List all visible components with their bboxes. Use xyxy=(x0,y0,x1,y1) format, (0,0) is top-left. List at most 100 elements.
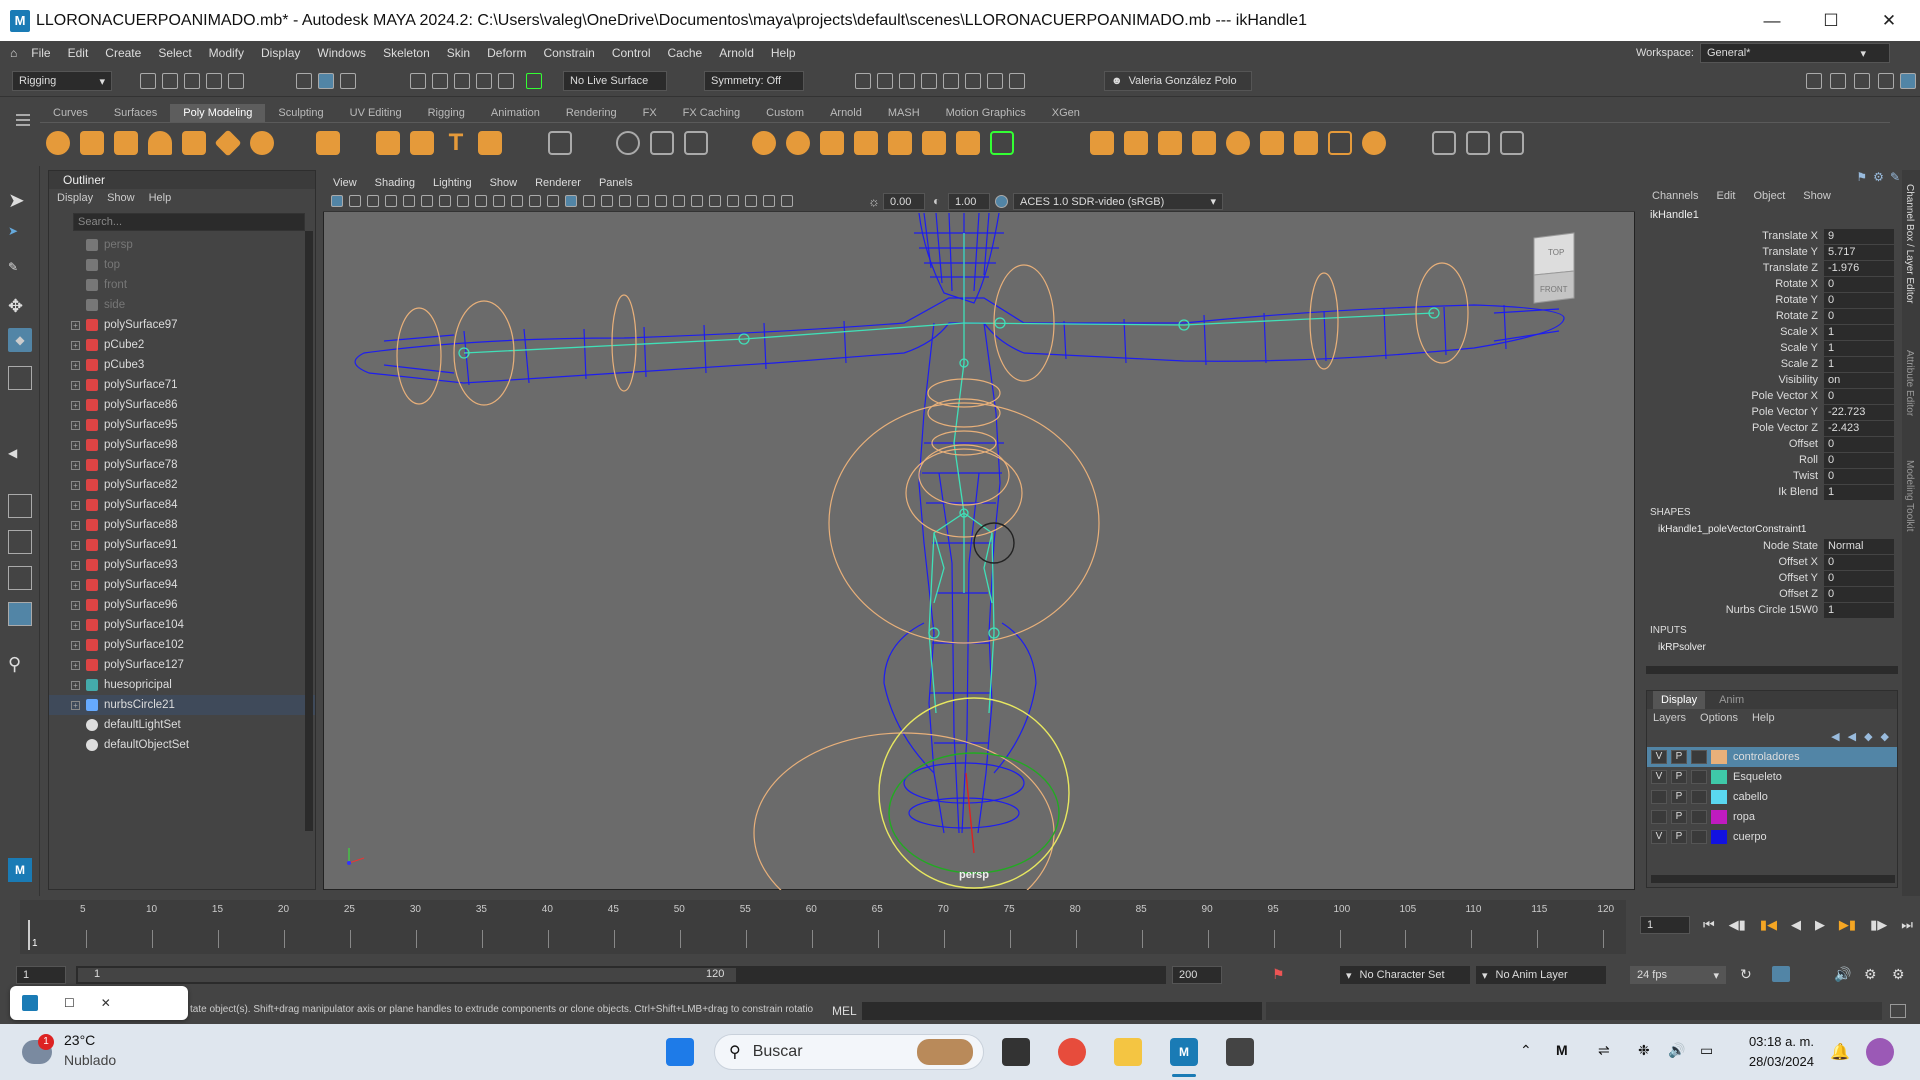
render-frame-icon[interactable] xyxy=(877,73,893,89)
safe-title-icon[interactable] xyxy=(547,195,559,207)
menu-help[interactable]: Help xyxy=(771,46,796,60)
render-settings-icon[interactable] xyxy=(921,73,937,89)
channel-row[interactable]: Offset Z 0 xyxy=(1642,586,1902,602)
channel-value-field[interactable]: on xyxy=(1824,372,1894,388)
layer-playback-toggle[interactable]: P xyxy=(1671,790,1687,804)
outliner-item[interactable]: + polySurface127 xyxy=(49,655,315,675)
motion-blur-icon[interactable] xyxy=(691,195,703,207)
battery-icon[interactable]: ▭ xyxy=(1700,1042,1713,1059)
start-menu-icon[interactable] xyxy=(666,1038,694,1066)
script-editor-icon[interactable] xyxy=(1890,1004,1906,1018)
toggle-outliner-icon[interactable] xyxy=(1900,73,1916,89)
expand-icon[interactable]: + xyxy=(71,440,80,450)
planar-mapping-icon[interactable] xyxy=(1466,131,1490,155)
channel-value-field[interactable]: 0 xyxy=(1824,570,1894,586)
layer-tab-display[interactable]: Display xyxy=(1653,691,1706,709)
outliner-item[interactable]: + polySurface91 xyxy=(49,535,315,555)
notifications-bell-icon[interactable]: 🔔 xyxy=(1830,1042,1850,1062)
menu-modify[interactable]: Modify xyxy=(209,46,244,60)
channel-value-field[interactable]: -1.976 xyxy=(1824,260,1894,276)
expand-icon[interactable]: + xyxy=(71,560,80,570)
channel-value-field[interactable]: 9 xyxy=(1824,228,1894,244)
user-account-dropdown[interactable]: ☻ Valeria González Polo xyxy=(1104,71,1252,91)
menu-cache[interactable]: Cache xyxy=(668,46,703,60)
maya-home-icon[interactable]: M xyxy=(8,858,32,882)
menu-file[interactable]: File xyxy=(31,46,50,60)
layer-row[interactable]: Pcabello xyxy=(1647,787,1897,807)
select-by-hierarchy-icon[interactable] xyxy=(296,73,312,89)
outliner-item[interactable]: side xyxy=(49,295,315,315)
resolution-gate-icon[interactable] xyxy=(475,195,487,207)
channel-value-field[interactable]: 1 xyxy=(1824,356,1894,372)
move-layer-up-icon[interactable]: ◀ xyxy=(1831,727,1839,747)
shelf-tab-sculpting[interactable]: Sculpting xyxy=(265,104,336,122)
sound-icon[interactable]: 🔊 xyxy=(1834,966,1851,983)
current-time-indicator[interactable] xyxy=(28,920,30,950)
wedge-icon[interactable] xyxy=(1260,131,1284,155)
append-polygon-icon[interactable] xyxy=(922,131,946,155)
safe-action-icon[interactable] xyxy=(529,195,541,207)
layer-type-toggle[interactable] xyxy=(1691,770,1707,784)
gamma-field[interactable]: 1.00 xyxy=(948,193,990,210)
range-slider-handle[interactable] xyxy=(78,968,736,982)
channel-box-menu-show[interactable]: Show xyxy=(1803,186,1831,206)
layer-row[interactable]: V Pcuerpo xyxy=(1647,827,1897,847)
toggle-modeling-toolkit-icon[interactable] xyxy=(1806,73,1822,89)
viewport-menu-renderer[interactable]: Renderer xyxy=(535,174,581,192)
layer-row[interactable]: Propa xyxy=(1647,807,1897,827)
shelf-tab-arnold[interactable]: Arnold xyxy=(817,104,875,122)
layer-visibility-toggle[interactable]: V xyxy=(1651,830,1667,844)
workspace-dropdown[interactable]: General* ▾ xyxy=(1700,43,1890,63)
shelf-tab-mash[interactable]: MASH xyxy=(875,104,933,122)
expand-icon[interactable]: + xyxy=(71,540,80,550)
new-empty-layer-icon[interactable]: ◆ xyxy=(1864,727,1872,747)
menu-skin[interactable]: Skin xyxy=(447,46,470,60)
boolean-icon[interactable] xyxy=(854,131,878,155)
outliner-item[interactable]: front xyxy=(49,275,315,295)
network-settings-icon[interactable]: ⇌ xyxy=(1598,1042,1610,1059)
expand-icon[interactable]: + xyxy=(71,360,80,370)
channel-value-field[interactable]: 0 xyxy=(1824,388,1894,404)
layer-type-toggle[interactable] xyxy=(1691,790,1707,804)
clock-date[interactable]: 28/03/2024 xyxy=(1734,1054,1814,1069)
step-back-key-icon[interactable]: ◀▮ xyxy=(1729,917,1746,933)
redo-icon[interactable] xyxy=(228,73,244,89)
poly-plane-icon[interactable] xyxy=(214,129,242,157)
layer-menu-options[interactable]: Options xyxy=(1700,709,1738,727)
multi-cut-icon[interactable] xyxy=(1090,131,1114,155)
poke-icon[interactable] xyxy=(1226,131,1250,155)
smooth-shade-icon[interactable] xyxy=(583,195,595,207)
step-forward-frame-icon[interactable]: ▶▮ xyxy=(1839,917,1856,933)
outliner-item[interactable]: + polySurface104 xyxy=(49,615,315,635)
command-input[interactable] xyxy=(862,1002,1262,1020)
outliner-item[interactable]: defaultLightSet xyxy=(49,715,315,735)
separate-icon[interactable] xyxy=(650,131,674,155)
outliner-item[interactable]: + polySurface97 xyxy=(49,315,315,335)
sweep-mesh-icon[interactable] xyxy=(410,131,434,155)
poly-cube-icon[interactable] xyxy=(80,131,104,155)
channel-box-menu-edit[interactable]: Edit xyxy=(1716,186,1735,206)
exposure-field[interactable]: 0.00 xyxy=(883,193,925,210)
undo-icon[interactable] xyxy=(206,73,222,89)
lasso-tool-icon[interactable]: ➤ xyxy=(8,224,32,248)
snap-projected-icon[interactable] xyxy=(476,73,492,89)
outliner-item[interactable]: + polySurface71 xyxy=(49,375,315,395)
save-scene-icon[interactable] xyxy=(184,73,200,89)
anti-aliasing-icon[interactable] xyxy=(709,195,721,207)
channel-row[interactable]: Translate Z -1.976 xyxy=(1642,260,1902,276)
poly-disc-icon[interactable] xyxy=(250,131,274,155)
expand-icon[interactable]: + xyxy=(71,500,80,510)
scale-tool-icon[interactable] xyxy=(8,366,32,390)
layer-type-toggle[interactable] xyxy=(1691,830,1707,844)
channel-row[interactable]: Scale Y 1 xyxy=(1642,340,1902,356)
loop-icon[interactable]: ↻ xyxy=(1740,966,1752,983)
show-hidden-icons-icon[interactable]: ⌃ xyxy=(1520,1042,1532,1059)
menu-select[interactable]: Select xyxy=(158,46,191,60)
combine-icon[interactable] xyxy=(548,131,572,155)
shadows-icon[interactable] xyxy=(655,195,667,207)
light-editor-icon[interactable] xyxy=(987,73,1003,89)
expand-icon[interactable]: + xyxy=(71,380,80,390)
channel-row[interactable]: Translate X 9 xyxy=(1642,228,1902,244)
time-slider[interactable]: 5 10 15 20 25 30 35 40 45 50 55 60 65 70 75 80 85 90 95 100… xyxy=(0,896,1920,956)
channel-box-scrollbar[interactable] xyxy=(1646,666,1898,674)
